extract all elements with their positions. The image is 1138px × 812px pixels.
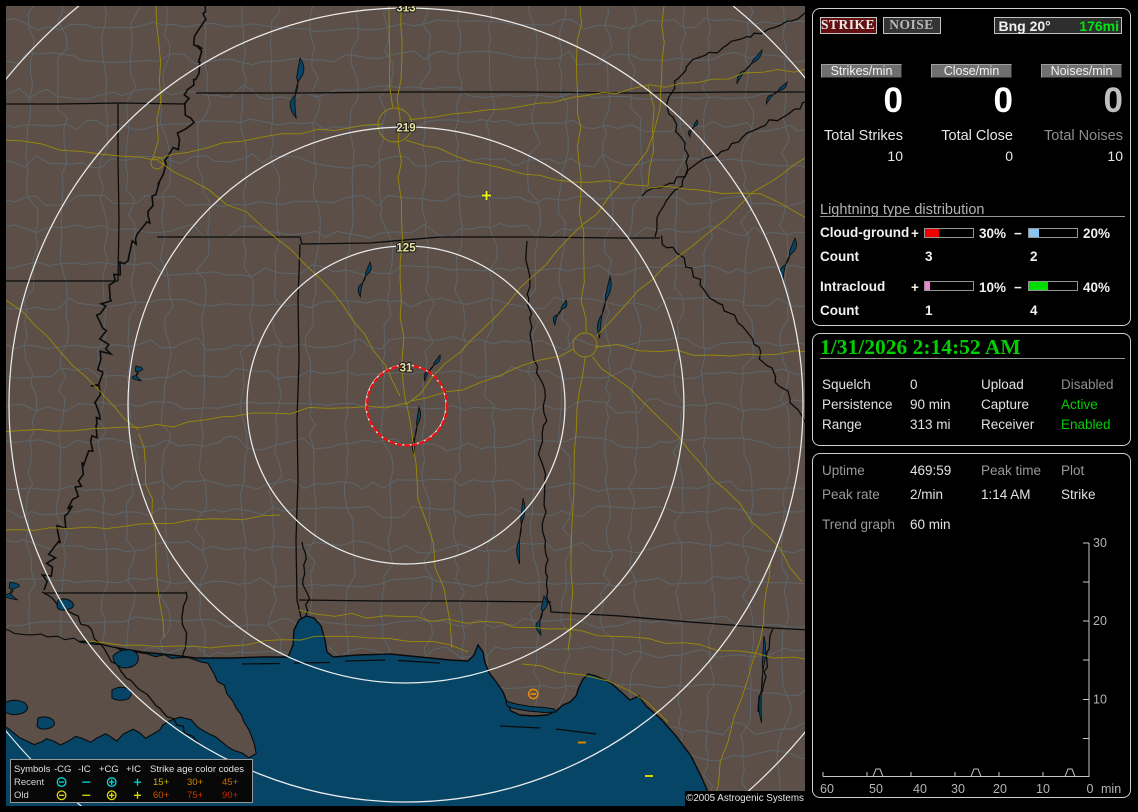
svg-text:31: 31	[400, 363, 413, 375]
svg-text:313: 313	[396, 3, 415, 15]
svg-text:219: 219	[396, 123, 415, 135]
svg-text:125: 125	[396, 243, 416, 255]
